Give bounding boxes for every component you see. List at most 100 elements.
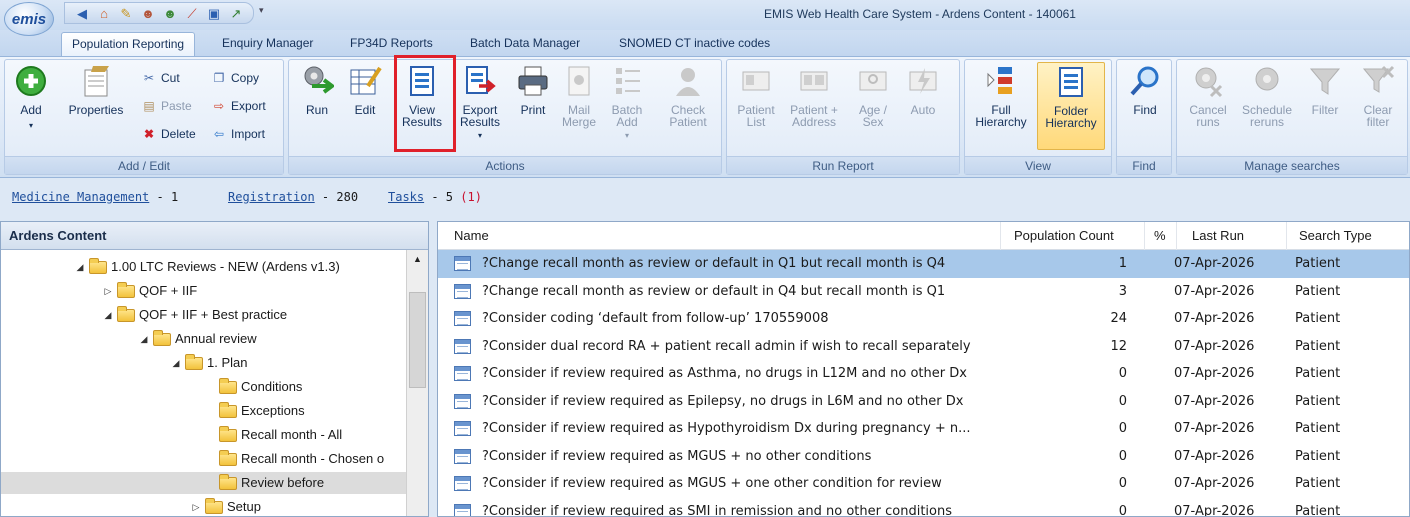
expander-icon[interactable]: ◢ [73,256,87,278]
patient-list-button[interactable]: Patient List [733,64,779,128]
properties-button[interactable]: Properties [61,64,131,116]
view-results-button[interactable]: View Results [397,64,447,128]
table-row[interactable]: ?Consider coding ‘default from follow-up… [438,305,1409,333]
tab-batch-data-manager[interactable]: Batch Data Manager [460,32,590,56]
tree-node-label: Recall month - All [241,427,343,442]
tasks-link[interactable]: Tasks [388,190,424,204]
patient-list-label: Patient List [737,103,775,129]
delete-button[interactable]: ✖ Delete [141,124,196,144]
schedule-reruns-button[interactable]: Schedule reruns [1237,64,1297,128]
registration-link[interactable]: Registration [228,190,315,204]
clear-filter-icon [1361,64,1395,98]
tree-node[interactable]: ◢ Annual review [137,328,257,350]
add-button[interactable]: Add ▾ [11,64,51,132]
find-button[interactable]: Find [1123,64,1167,116]
filter-icon [1308,64,1342,98]
folder-hierarchy-button[interactable]: Folder Hierarchy [1037,62,1105,150]
group-add-edit: Add ▾ Properties ✂ Cut ▤ Paste ✖ Delete ❐ Co… [4,59,284,175]
table-row[interactable]: ?Consider if review required as Epilepsy… [438,388,1409,416]
import-button[interactable]: ⇦ Import [211,124,265,144]
column-header-percent[interactable]: % [1154,222,1166,250]
batch-add-button[interactable]: Batch Add ▾ [607,64,647,142]
table-row-selected[interactable]: ?Change recall month as review or defaul… [438,250,1409,278]
row-last-run: 07-Apr-2026 [1174,476,1255,491]
window-title: EMIS Web Health Care System - Ardens Con… [764,7,1076,21]
row-population-count: 0 [1118,503,1127,517]
table-row[interactable]: ?Consider if review required as Asthma, … [438,360,1409,388]
table-row[interactable]: ?Consider if review required as Hypothyr… [438,415,1409,443]
export-button[interactable]: ⇨ Export [211,96,266,116]
search-report-icon [454,393,471,409]
folder-icon [219,473,237,490]
column-divider [1286,222,1287,250]
column-header-last-run[interactable]: Last Run [1192,222,1244,250]
emis-logo[interactable]: emis [4,2,54,36]
tree-node-selected[interactable]: Review before [1,472,407,494]
tree-panel-title: Ardens Content [1,222,428,250]
scroll-thumb[interactable] [409,292,426,388]
tree-node[interactable]: ◢ 1.00 LTC Reviews - NEW (Ardens v1.3) [73,256,340,278]
row-search-type: Patient [1295,448,1341,464]
export-results-button[interactable]: Export Results ▾ [457,64,503,142]
table-row[interactable]: ?Consider dual record RA + patient recal… [438,333,1409,361]
registration-shortcut: Registration - 280 [228,190,358,204]
tree-node-label: 1. Plan [207,355,248,370]
tree-node[interactable]: Exceptions [203,400,305,422]
clear-filter-button[interactable]: Clear filter [1353,64,1403,128]
cut-button[interactable]: ✂ Cut [141,68,180,88]
paste-button[interactable]: ▤ Paste [141,96,191,116]
row-search-type: Patient [1295,476,1341,491]
tree-node[interactable]: ◢ QOF + IIF + Best practice [101,304,287,326]
full-hierarchy-button[interactable]: Full Hierarchy [969,64,1033,128]
row-name: ?Consider if review required as Asthma, … [482,366,967,381]
auto-label: Auto [910,103,936,117]
column-header-population-count[interactable]: Population Count [1014,222,1114,250]
tree-scrollbar[interactable]: ▲ [406,250,428,516]
auto-button[interactable]: Auto [901,64,945,116]
tree-node-label: Exceptions [241,403,305,418]
search-report-icon [454,366,471,381]
group-label-run-report: Run Report [727,156,959,174]
check-patient-button[interactable]: Check Patient [663,64,713,128]
column-header-search-type[interactable]: Search Type [1299,222,1372,250]
tree-node[interactable]: ◢ 1. Plan [169,352,247,374]
tab-enquiry-manager[interactable]: Enquiry Manager [212,32,323,56]
expander-icon[interactable]: ◢ [101,304,115,326]
table-row[interactable]: ?Consider if review required as SMI in r… [438,498,1409,517]
print-button[interactable]: Print [513,64,553,116]
cancel-runs-button[interactable]: Cancel runs [1183,64,1233,128]
tab-fp34d-reports[interactable]: FP34D Reports [340,32,443,56]
expander-icon[interactable]: ◢ [137,328,151,350]
tree-node[interactable]: ▷ QOF + IIF [101,280,197,302]
run-button[interactable]: Run [297,64,337,116]
row-last-run: 07-Apr-2026 [1174,311,1255,326]
age-sex-button[interactable]: Age / Sex [851,64,895,128]
tree-node[interactable]: ▷ Setup [189,496,261,516]
age-sex-icon [856,64,890,98]
copy-button[interactable]: ❐ Copy [211,68,259,88]
folder-hierarchy-icon [1054,65,1088,99]
tree-node[interactable]: Conditions [203,376,302,398]
tab-snomed-inactive-codes[interactable]: SNOMED CT inactive codes [609,32,780,56]
group-label-manage-searches: Manage searches [1177,156,1407,174]
edit-button[interactable]: Edit [345,64,385,116]
column-header-name[interactable]: Name [454,222,489,250]
expander-icon[interactable]: ▷ [189,496,203,516]
tree-node[interactable]: Recall month - Chosen o [203,448,408,470]
patient-address-button[interactable]: Patient + Address [785,64,843,128]
expander-icon[interactable]: ▷ [101,280,115,302]
scroll-up-icon[interactable]: ▲ [407,250,428,268]
row-name: ?Consider if review required as Epilepsy… [482,393,964,409]
tab-population-reporting[interactable]: Population Reporting [61,32,196,56]
tree-node[interactable]: Recall month - All [203,424,342,446]
expander-icon[interactable]: ◢ [169,352,183,374]
check-patient-icon [671,64,705,98]
schedule-reruns-label: Schedule reruns [1241,103,1293,129]
mail-merge-button[interactable]: Mail Merge [559,64,599,128]
full-hierarchy-icon [984,64,1018,98]
table-row[interactable]: ?Consider if review required as MGUS + n… [438,443,1409,471]
medicine-management-link[interactable]: Medicine Management [12,190,149,204]
filter-button[interactable]: Filter [1303,64,1347,116]
table-row[interactable]: ?Consider if review required as MGUS + o… [438,470,1409,498]
table-row[interactable]: ?Change recall month as review or defaul… [438,278,1409,306]
